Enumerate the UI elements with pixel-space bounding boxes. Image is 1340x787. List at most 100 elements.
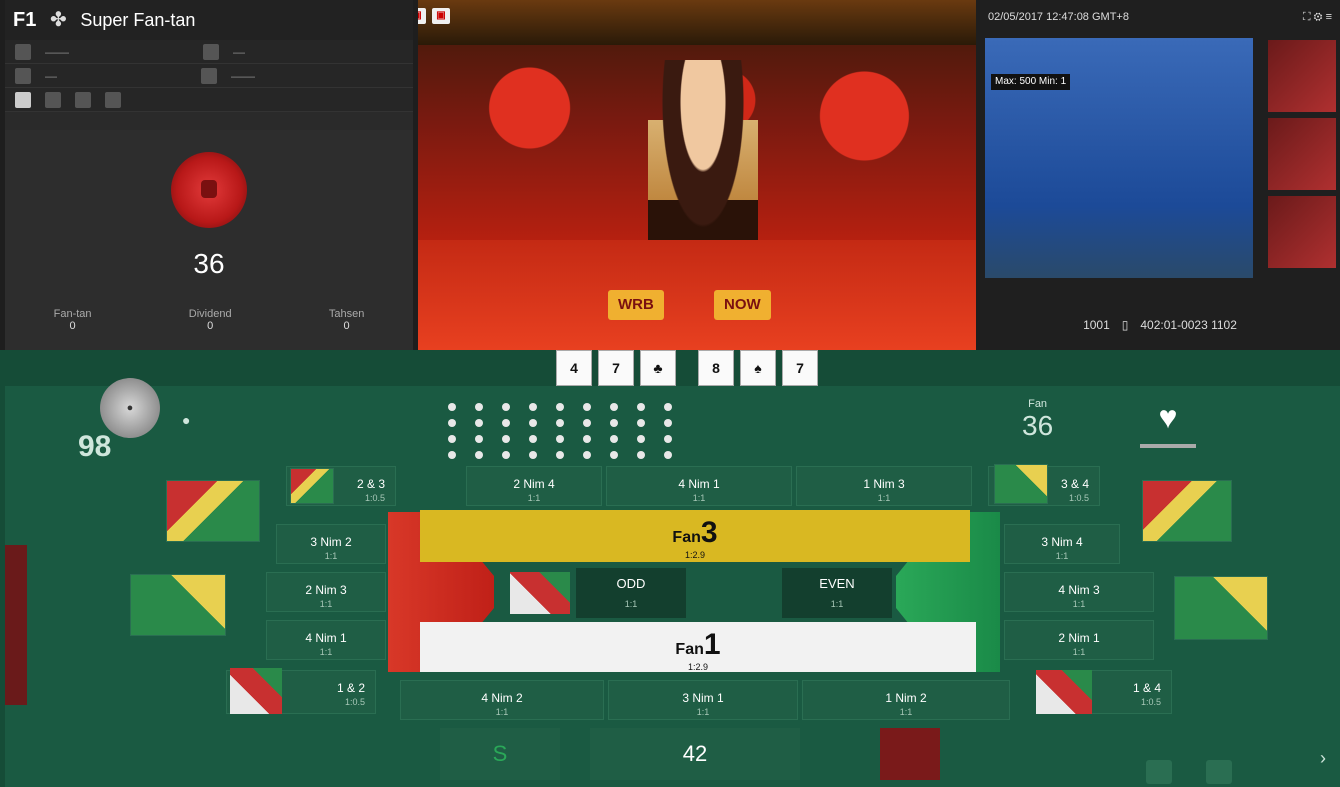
- footer-s: S: [440, 728, 560, 780]
- back-icon[interactable]: [15, 67, 31, 84]
- stat-value: 0: [207, 320, 214, 332]
- table-thumbs: [1268, 40, 1336, 270]
- corner-bet-icon[interactable]: [290, 468, 334, 504]
- bet-even[interactable]: EVEN 1:1: [782, 568, 892, 618]
- stat-label: Fan-tan: [53, 308, 92, 320]
- side-panel: 02/05/2017 12:47:08 GMT+8 ⛶ ⚙ ≡ Max: 500…: [980, 0, 1340, 350]
- favorite-bar: [1140, 444, 1196, 448]
- app: F1 ✤ Super Fan-tan —— — — —— 36 Fan-tan …: [0, 0, 1340, 787]
- bet-l3[interactable]: 4 Nim 1 1:1: [266, 620, 386, 660]
- video-shelf: [418, 0, 976, 45]
- datetime: 02/05/2017 12:47:08 GMT+8: [988, 11, 1129, 23]
- sound-icon[interactable]: ▣: [432, 8, 450, 24]
- thumb[interactable]: [1268, 40, 1336, 112]
- thumb[interactable]: [1268, 196, 1336, 268]
- table-number: F1: [13, 8, 37, 31]
- coin-icon: [203, 43, 219, 60]
- ball-mark: [201, 180, 217, 198]
- player-mark: ●: [182, 412, 191, 428]
- table-sign: WRB: [608, 290, 664, 320]
- chevron-right-icon[interactable]: ›: [1320, 748, 1326, 769]
- table-info-panel: F1 ✤ Super Fan-tan —— — — —— 36 Fan-tan …: [5, 0, 413, 350]
- bet-b1[interactable]: 4 Nim 2 1:1: [400, 680, 604, 720]
- stat-label: Tahsen: [328, 308, 365, 320]
- avatar[interactable]: ●: [100, 378, 160, 438]
- refresh-icon[interactable]: [15, 91, 31, 108]
- table-sign: NOW: [714, 290, 771, 320]
- info-row: — ——: [5, 64, 413, 88]
- bet-r1[interactable]: 3 Nim 4 1:1: [1004, 524, 1120, 564]
- thumb[interactable]: [1268, 118, 1336, 190]
- current-number: 36: [193, 248, 225, 279]
- limit-label: Max: 500 Min: 1: [991, 74, 1071, 90]
- bet-t3[interactable]: 1 Nim 3 1:1: [796, 466, 972, 506]
- table-name: Super Fan-tan: [80, 9, 196, 30]
- corner-bet-icon[interactable]: [166, 480, 260, 542]
- stat-tahsen: Tahsen 0: [329, 308, 364, 332]
- footer-count: 42: [590, 728, 800, 780]
- stat-value: 0: [343, 320, 350, 332]
- card: ♠: [740, 350, 776, 386]
- corner-bet-icon[interactable]: [1174, 576, 1268, 640]
- bet-odd[interactable]: ODD 1:1: [576, 568, 686, 618]
- fullscreen-icon[interactable]: ⛶ ⚙ ≡: [1303, 11, 1332, 24]
- card: 7: [782, 350, 818, 386]
- footer-mark: [880, 728, 940, 780]
- side-tab[interactable]: [5, 545, 27, 705]
- fan3-bet[interactable]: Fan3 1:2.9: [420, 510, 970, 562]
- side-footer: 1001 ▯ 402:01-0023 1102: [980, 300, 1340, 350]
- tool-icon[interactable]: [105, 91, 121, 108]
- corner-bet-icon[interactable]: [1142, 480, 1232, 542]
- card: ♣: [640, 350, 676, 386]
- center-divider: [690, 568, 780, 618]
- info-value: —: [233, 44, 245, 59]
- favorite-icon[interactable]: ♥: [1140, 398, 1196, 454]
- road-map[interactable]: [440, 400, 680, 462]
- bet-b2[interactable]: 3 Nim 1 1:1: [608, 680, 798, 720]
- corner-bet-icon[interactable]: [230, 668, 282, 714]
- corner-bet-icon[interactable]: [130, 574, 226, 636]
- tool-icon[interactable]: [75, 91, 91, 108]
- info-value: ——: [45, 44, 69, 59]
- bet-r3[interactable]: 2 Nim 1 1:1: [1004, 620, 1154, 660]
- card: 4: [556, 350, 592, 386]
- bet-l1[interactable]: 3 Nim 2 1:1: [276, 524, 386, 564]
- fan1-bet[interactable]: Fan1 1:2.9: [420, 622, 976, 672]
- card: 7: [598, 350, 634, 386]
- round-count: 36: [1022, 410, 1054, 441]
- result-panel: 36 Fan-tan 0 Dividend 0 Tahsen 0: [5, 130, 413, 350]
- clover-icon: ✤: [49, 9, 67, 31]
- table-header: F1 ✤ Super Fan-tan: [5, 0, 413, 40]
- player-score: 98: [78, 430, 112, 463]
- chip-icon[interactable]: [1146, 760, 1172, 784]
- round-label: Fan: [1028, 398, 1048, 410]
- info-value: —: [45, 68, 57, 83]
- bet-t2[interactable]: 4 Nim 1 1:1: [606, 466, 792, 506]
- phone-icon[interactable]: ▯: [1122, 318, 1129, 332]
- bet-b3[interactable]: 1 Nim 2 1:1: [802, 680, 1010, 720]
- bet-r2[interactable]: 4 Nim 3 1:1: [1004, 572, 1154, 612]
- chart-icon: [201, 67, 217, 84]
- card: 8: [698, 350, 734, 386]
- tool-row: [5, 88, 413, 112]
- corner-bet-icon[interactable]: [1036, 670, 1092, 714]
- heart-icon: ♥: [1158, 399, 1178, 435]
- camera-icon[interactable]: ▣: [418, 8, 426, 24]
- dealer-image: [648, 60, 758, 270]
- bet-t1[interactable]: 2 Nim 4 1:1: [466, 466, 602, 506]
- chip-icon[interactable]: [1206, 760, 1232, 784]
- result-ball-icon: [171, 152, 247, 228]
- live-video[interactable]: WRB NOW HD ▣ ▣: [418, 0, 976, 350]
- bet-l2[interactable]: 2 Nim 3 1:1: [266, 572, 386, 612]
- user-icon: [15, 43, 31, 60]
- stat-fantan: Fan-tan 0: [54, 308, 92, 332]
- corner-bet-icon[interactable]: [994, 464, 1048, 504]
- round-counter: Fan 36: [1022, 398, 1053, 442]
- corner-bet-icon[interactable]: [510, 572, 570, 614]
- footer-left: 1001: [1083, 318, 1110, 332]
- pool-view[interactable]: Max: 500 Min: 1: [985, 38, 1253, 278]
- info-row: —— —: [5, 40, 413, 64]
- side-header: 02/05/2017 12:47:08 GMT+8 ⛶ ⚙ ≡: [980, 0, 1340, 34]
- stats-row: Fan-tan 0 Dividend 0 Tahsen 0: [5, 308, 413, 332]
- tool-icon[interactable]: [45, 91, 61, 108]
